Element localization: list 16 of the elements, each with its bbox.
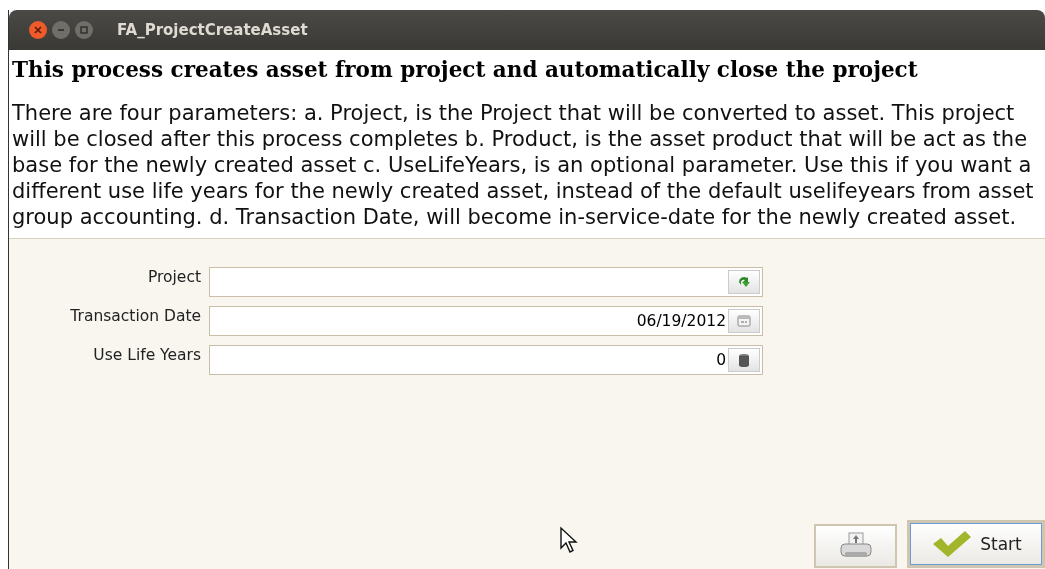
field-label: Transaction Date <box>69 305 201 325</box>
close-icon[interactable] <box>29 21 47 39</box>
field-label: Project <box>146 266 201 286</box>
window-title: FA_ProjectCreateAsset <box>117 21 308 39</box>
process-heading: This process creates asset from project and automatically close the project <box>12 56 919 84</box>
date-field[interactable]: 06/19/2012 <box>209 305 763 336</box>
start-button[interactable]: Start <box>907 520 1045 568</box>
process-description: There are four parameters: a. Project, is the Project that will be converted to asset. This project will be closed after this process completes b. Product, is the asset product that will be act as the base for the newly created asset c. UseLifeYears, is an optional parameter. Use this if you want a different use life years for the newly created asset, instead of the default uselifeyears from asset group accounting. d. Transaction Date, will become in-service-date for the newly created asset. <box>12 99 1035 230</box>
number-field[interactable]: 0 <box>209 344 763 375</box>
field-label: Use Life Years <box>92 344 201 364</box>
calendar-icon[interactable] <box>728 308 760 333</box>
print-button[interactable] <box>814 524 897 568</box>
mouse-cursor-icon <box>559 526 579 554</box>
minimize-icon[interactable] <box>52 21 70 39</box>
maximize-icon[interactable] <box>75 21 93 39</box>
lookup-field[interactable] <box>209 266 763 297</box>
